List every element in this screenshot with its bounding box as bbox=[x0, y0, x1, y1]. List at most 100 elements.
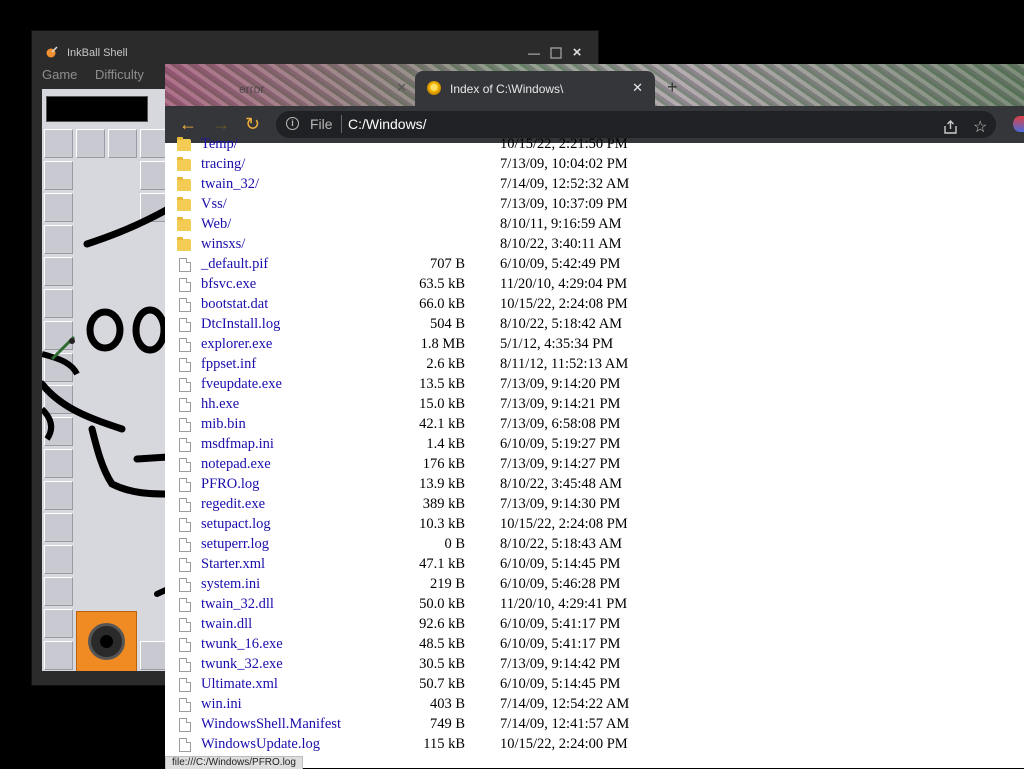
folder-icon bbox=[177, 177, 191, 191]
file-link[interactable]: system.ini bbox=[201, 576, 260, 593]
tab-title: Index of C:\Windows\ bbox=[450, 82, 564, 96]
file-icon bbox=[179, 358, 191, 372]
file-link[interactable]: fppset.inf bbox=[201, 356, 256, 373]
address-bar[interactable]: i File C:/Windows/ ☆ bbox=[276, 111, 996, 138]
info-icon[interactable]: i bbox=[286, 117, 299, 130]
file-link[interactable]: notepad.exe bbox=[201, 456, 271, 473]
minimize-icon[interactable]: — bbox=[524, 45, 544, 61]
file-size: 403 B bbox=[429, 696, 465, 712]
file-link[interactable]: twain.dll bbox=[201, 616, 252, 633]
file-modified-date: 7/14/09, 12:41:57 AM bbox=[500, 716, 630, 732]
file-modified-date: 11/20/10, 4:29:04 PM bbox=[500, 276, 628, 292]
file-icon bbox=[179, 518, 191, 532]
folder-icon bbox=[177, 197, 191, 211]
listing-row: setuperr.log 0 B 8/10/22, 5:18:43 AM bbox=[165, 536, 765, 556]
menu-difficulty[interactable]: Difficulty bbox=[95, 67, 144, 82]
url-text[interactable]: C:/Windows/ bbox=[348, 116, 427, 132]
listing-row: bfsvc.exe 63.5 kB 11/20/10, 4:29:04 PM bbox=[165, 276, 765, 296]
reload-icon[interactable]: ↻ bbox=[245, 114, 260, 134]
inkball-titlebar[interactable]: InkBall Shell — × bbox=[32, 31, 598, 61]
inkball-window-title: InkBall Shell bbox=[67, 47, 128, 59]
file-icon bbox=[179, 538, 191, 552]
listing-row: WindowsShell.Manifest 749 B 7/14/09, 12:41… bbox=[165, 716, 765, 736]
file-size: 50.0 kB bbox=[419, 596, 465, 612]
share-icon[interactable] bbox=[943, 120, 958, 139]
listing-row: bootstat.dat 66.0 kB 10/15/22, 2:24:08 PM bbox=[165, 296, 765, 316]
forward-icon[interactable]: → bbox=[212, 114, 230, 134]
file-icon bbox=[179, 558, 191, 572]
file-modified-date: 6/10/09, 5:14:45 PM bbox=[500, 556, 621, 572]
file-link[interactable]: twain_32/ bbox=[201, 176, 259, 193]
file-link[interactable]: msdfmap.ini bbox=[201, 436, 274, 453]
file-modified-date: 8/11/12, 11:52:13 AM bbox=[500, 356, 629, 372]
file-size: 176 kB bbox=[422, 456, 465, 472]
file-link[interactable]: Vss/ bbox=[201, 196, 227, 213]
file-link[interactable]: Starter.xml bbox=[201, 556, 265, 573]
file-link[interactable]: fveupdate.exe bbox=[201, 376, 282, 393]
file-link[interactable]: explorer.exe bbox=[201, 336, 272, 353]
listing-row: Starter.xml 47.1 kB 6/10/09, 5:14:45 PM bbox=[165, 556, 765, 576]
file-size: 30.5 kB bbox=[419, 656, 465, 672]
file-size: 1.8 MB bbox=[420, 336, 465, 352]
maximize-icon[interactable] bbox=[546, 45, 566, 61]
file-link[interactable]: Ultimate.xml bbox=[201, 676, 278, 693]
close-tab-icon[interactable]: ✕ bbox=[396, 80, 407, 96]
menu-game[interactable]: Game bbox=[42, 67, 77, 82]
tab-index-windows[interactable]: Index of C:\Windows\ ✕ bbox=[415, 71, 655, 106]
file-modified-date: 8/10/22, 3:40:11 AM bbox=[500, 236, 622, 252]
game-board[interactable] bbox=[42, 89, 168, 671]
folder-icon bbox=[177, 137, 191, 151]
file-link[interactable]: bootstat.dat bbox=[201, 296, 268, 313]
listing-row: Web/8/10/11, 9:16:59 AM bbox=[165, 216, 765, 236]
omnibox-divider bbox=[341, 115, 342, 133]
directory-listing: Temp/10/15/22, 2:21:50 PM tracing/7/13/09… bbox=[165, 136, 1024, 768]
listing-row: msdfmap.ini 1.4 kB 6/10/09, 5:19:27 PM bbox=[165, 436, 765, 456]
file-modified-date: 6/10/09, 5:41:17 PM bbox=[500, 616, 621, 632]
file-size: 50.7 kB bbox=[419, 676, 465, 692]
new-tab-icon[interactable]: + bbox=[667, 77, 678, 98]
file-link[interactable]: win.ini bbox=[201, 696, 242, 713]
file-icon bbox=[179, 618, 191, 632]
listing-row: tracing/7/13/09, 10:04:02 PM bbox=[165, 156, 765, 176]
folder-icon bbox=[177, 217, 191, 231]
bookmark-star-icon[interactable]: ☆ bbox=[973, 117, 987, 137]
file-link[interactable]: regedit.exe bbox=[201, 496, 265, 513]
file-link[interactable]: winsxs/ bbox=[201, 236, 245, 253]
file-icon bbox=[179, 278, 191, 292]
file-icon bbox=[179, 498, 191, 512]
file-link[interactable]: setuperr.log bbox=[201, 536, 269, 553]
file-modified-date: 5/1/12, 4:35:34 PM bbox=[500, 336, 614, 352]
file-link[interactable]: twain_32.dll bbox=[201, 596, 274, 613]
scheme-label: File bbox=[310, 116, 333, 132]
file-link[interactable]: _default.pif bbox=[201, 256, 268, 273]
file-link[interactable]: hh.exe bbox=[201, 396, 239, 413]
listing-row: twain.dll 92.6 kB 6/10/09, 5:41:17 PM bbox=[165, 616, 765, 636]
file-link[interactable]: Web/ bbox=[201, 216, 231, 233]
file-link[interactable]: twunk_32.exe bbox=[201, 656, 283, 673]
back-icon[interactable]: ← bbox=[179, 114, 197, 134]
file-icon bbox=[179, 298, 191, 312]
file-icon bbox=[179, 638, 191, 652]
tab-error[interactable]: error ✕ bbox=[179, 71, 415, 106]
file-modified-date: 7/13/09, 9:14:42 PM bbox=[500, 656, 621, 672]
close-tab-icon[interactable]: ✕ bbox=[632, 80, 643, 96]
file-modified-date: 8/10/22, 3:45:48 AM bbox=[500, 476, 623, 492]
file-link[interactable]: twunk_16.exe bbox=[201, 636, 283, 653]
file-link[interactable]: bfsvc.exe bbox=[201, 276, 256, 293]
close-icon[interactable]: × bbox=[567, 45, 587, 61]
file-link[interactable]: setupact.log bbox=[201, 516, 271, 533]
listing-row: PFRO.log 13.9 kB 8/10/22, 3:45:48 AM bbox=[165, 476, 765, 496]
folder-icon bbox=[177, 237, 191, 251]
file-icon bbox=[179, 698, 191, 712]
file-link[interactable]: PFRO.log bbox=[201, 476, 259, 493]
file-link[interactable]: DtcInstall.log bbox=[201, 316, 280, 333]
file-modified-date: 8/10/11, 9:16:59 AM bbox=[500, 216, 622, 232]
file-size: 749 B bbox=[429, 716, 465, 732]
file-link[interactable]: mib.bin bbox=[201, 416, 246, 433]
file-link[interactable]: Temp/ bbox=[201, 136, 238, 153]
file-link[interactable]: tracing/ bbox=[201, 156, 245, 173]
file-modified-date: 10/15/22, 2:24:08 PM bbox=[500, 516, 628, 532]
file-link[interactable]: WindowsShell.Manifest bbox=[201, 716, 341, 733]
file-link[interactable]: WindowsUpdate.log bbox=[201, 736, 320, 753]
profile-avatar-icon[interactable] bbox=[1013, 116, 1024, 132]
